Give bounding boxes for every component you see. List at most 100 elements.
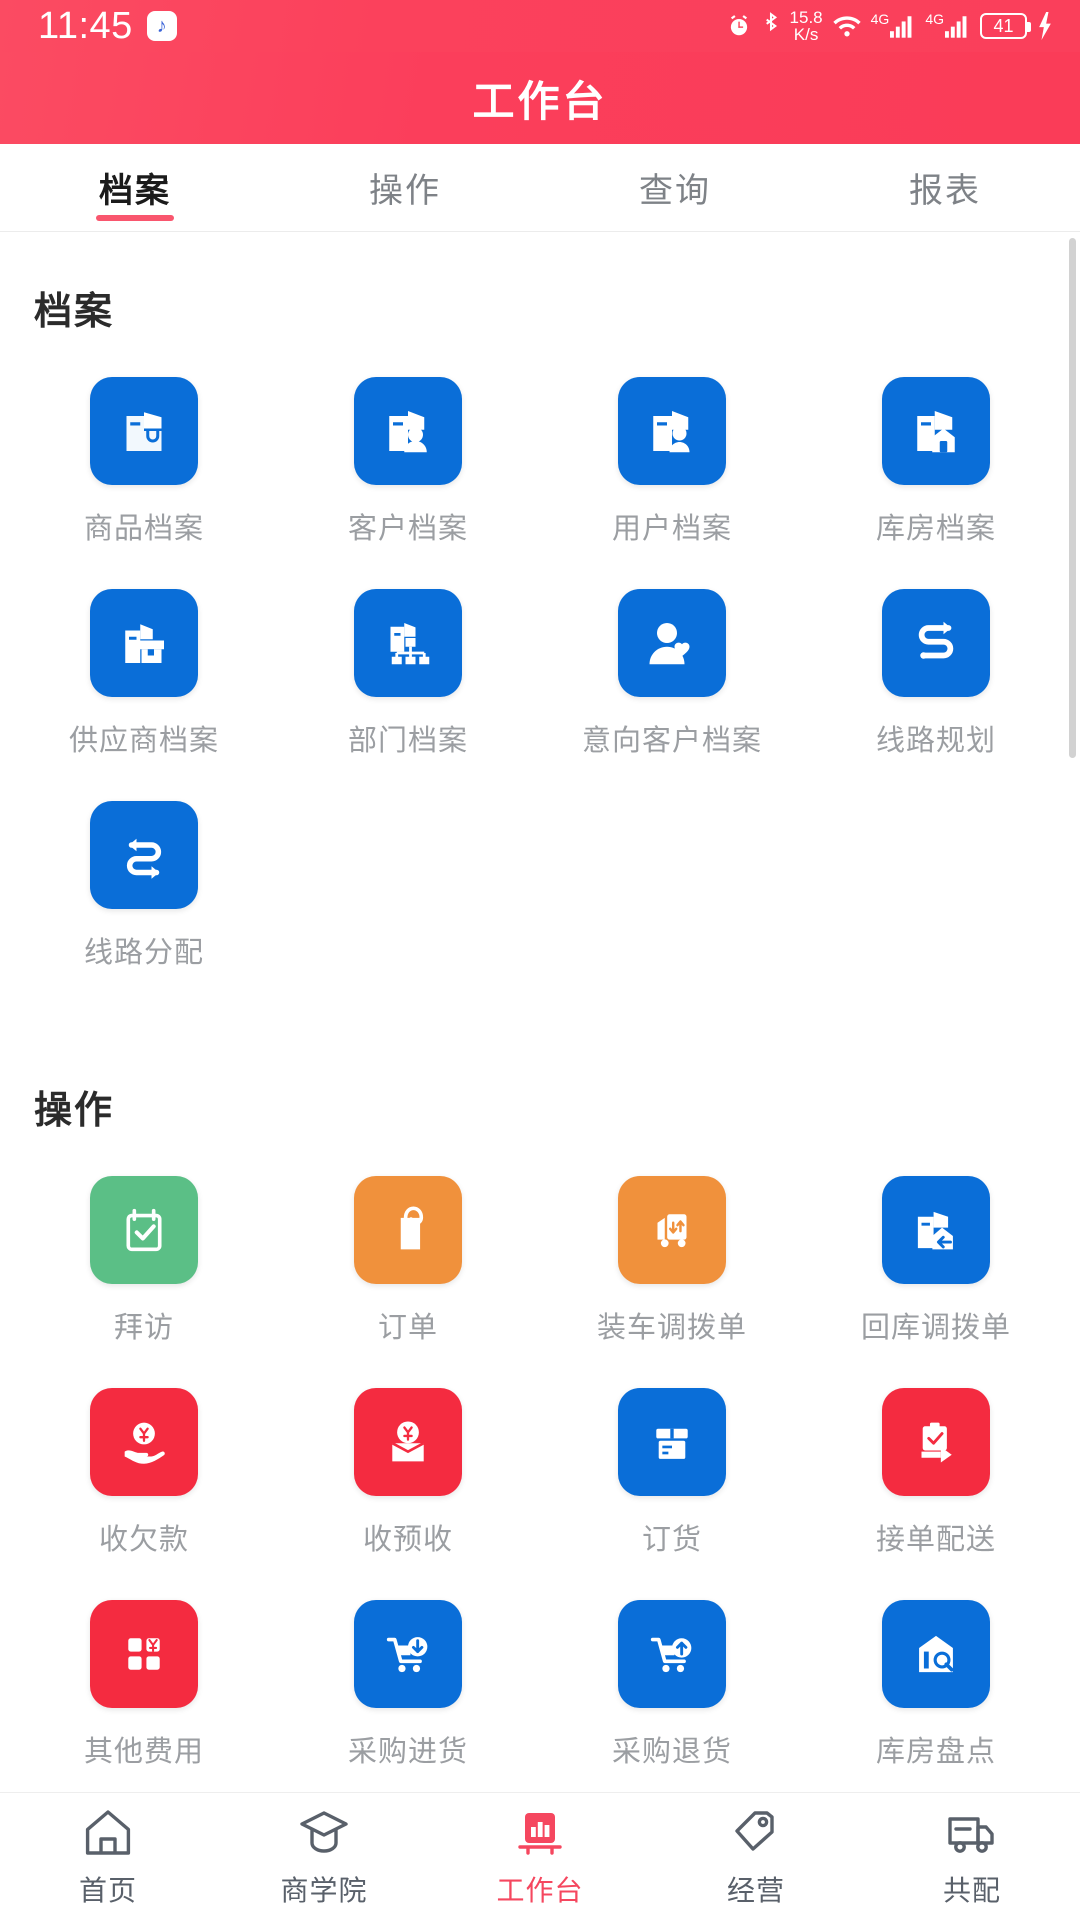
grid-item-label: 客户档案 — [347, 513, 468, 545]
music-note-icon: ♪ — [146, 11, 177, 41]
order-document-icon — [354, 1176, 462, 1284]
tab-dangan[interactable]: 档案 — [0, 144, 270, 231]
grid-item-order[interactable]: 订单 — [276, 1134, 540, 1346]
collect-prepay-icon — [354, 1388, 462, 1496]
grid-item-goods[interactable]: 订货 — [540, 1346, 804, 1558]
tab-caozuo[interactable]: 操作 — [270, 144, 540, 231]
page-title: 工作台 — [472, 77, 608, 125]
grid-item-label: 线路分配 — [83, 937, 204, 969]
nav-item-workbench[interactable]: 工作台 — [432, 1805, 648, 1909]
status-time: 11:45 — [38, 5, 133, 47]
price-tag-icon — [728, 1805, 784, 1861]
section-title-dangan: 档案 — [34, 291, 115, 333]
nav-label: 共配 — [942, 1874, 1001, 1906]
grid-item-customer-file[interactable]: 客户档案 — [276, 335, 540, 547]
grid-item-partial-1[interactable] — [12, 1770, 276, 1792]
purchase-return-cart-icon — [618, 1600, 726, 1708]
nav-item-joint-delivery[interactable]: 共配 — [864, 1805, 1080, 1909]
grid-item-label: 线路规划 — [875, 725, 996, 757]
grid-item-label: 供应商档案 — [68, 725, 219, 757]
battery-level: 41 — [993, 15, 1014, 36]
grid-item-supplier-file[interactable]: 供应商档案 — [12, 547, 276, 759]
grid-item-visit[interactable]: 拜访 — [12, 1134, 276, 1346]
grid-item-label: 库房盘点 — [875, 1736, 996, 1768]
grid-item-label: 装车调拨单 — [596, 1312, 747, 1344]
battery-indicator: 41 — [980, 13, 1031, 39]
grid-item-label: 收预收 — [362, 1524, 453, 1556]
app-header: 工作台 — [0, 52, 1080, 144]
other-fee-icon — [90, 1600, 198, 1708]
grid-item-label: 采购进货 — [347, 1736, 468, 1768]
nav-item-home[interactable]: 首页 — [0, 1805, 216, 1909]
grid-item-order-delivery[interactable]: 接单配送 — [804, 1346, 1068, 1558]
order-delivery-icon — [882, 1388, 990, 1496]
nav-item-academy[interactable]: 商学院 — [216, 1805, 432, 1909]
grid-item-partial-3[interactable] — [540, 1770, 804, 1792]
grid-item-collect-debt[interactable]: 收欠款 — [12, 1346, 276, 1558]
bar-chart-icon — [512, 1805, 568, 1861]
bottom-navigation: 首页 商学院 工作台 经营 共配 — [0, 1792, 1080, 1920]
grid-item-label: 订货 — [641, 1524, 702, 1556]
grid-item-partial-4[interactable] — [804, 1770, 1068, 1792]
grid-item-warehouse-audit[interactable]: 库房盘点 — [804, 1558, 1068, 1770]
section-grid-caozuo: 拜访 订单 装车调拨单 回库调拨单 收欠款 收预收 订货 接单配送 其他费用 采… — [0, 1134, 1080, 1792]
scrollbar-thumb[interactable] — [1069, 238, 1076, 758]
lightning-bolt-icon — [1036, 12, 1054, 40]
grid-item-warehouse-file[interactable]: 库房档案 — [804, 335, 1068, 547]
user-file-icon — [618, 377, 726, 485]
grid-item-label: 采购退货 — [611, 1736, 732, 1768]
sim1-signal: 4G — [870, 11, 917, 38]
grid-item-load-transfer[interactable]: 装车调拨单 — [540, 1134, 804, 1346]
collect-debt-icon — [90, 1388, 198, 1496]
grid-item-return-transfer[interactable]: 回库调拨单 — [804, 1134, 1068, 1346]
graduation-cap-icon — [296, 1805, 352, 1861]
grid-item-label: 库房档案 — [875, 513, 996, 545]
alarm-clock-icon — [726, 13, 752, 39]
grid-item-label: 订单 — [377, 1312, 438, 1344]
prospect-customer-icon — [618, 589, 726, 697]
grid-item-department-file[interactable]: 部门档案 — [276, 547, 540, 759]
grid-item-label: 用户档案 — [611, 513, 732, 545]
grid-item-product-file[interactable]: 商品档案 — [12, 335, 276, 547]
network-speed-value: 15.8 — [789, 8, 823, 27]
workbench-scroll-area[interactable]: 档案 商品档案 客户档案 用户档案 库房档案 供应商档案 部门档案 意向客户档案… — [0, 232, 1080, 1792]
tab-chaxun[interactable]: 查询 — [540, 144, 810, 231]
route-assign-icon — [90, 801, 198, 909]
grid-item-route-assign[interactable]: 线路分配 — [12, 759, 276, 971]
nav-label: 商学院 — [280, 1874, 368, 1906]
grid-item-purchase-in[interactable]: 采购进货 — [276, 1558, 540, 1770]
warehouse-audit-icon — [882, 1600, 990, 1708]
home-icon — [80, 1805, 136, 1861]
grid-item-label: 其他费用 — [83, 1736, 204, 1768]
grid-item-label: 商品档案 — [83, 513, 204, 545]
visit-checklist-icon — [90, 1176, 198, 1284]
grid-item-purchase-return[interactable]: 采购退货 — [540, 1558, 804, 1770]
grid-item-prospect-customer[interactable]: 意向客户档案 — [540, 547, 804, 759]
grid-item-label: 部门档案 — [347, 725, 468, 757]
purchase-in-cart-icon — [354, 1600, 462, 1708]
section-grid-dangan: 商品档案 客户档案 用户档案 库房档案 供应商档案 部门档案 意向客户档案 线路… — [0, 335, 1080, 971]
tab-baobiao[interactable]: 报表 — [810, 144, 1080, 231]
truck-icon — [944, 1805, 1000, 1861]
grid-item-other-fee[interactable]: 其他费用 — [12, 1558, 276, 1770]
tab-bar: 档案 操作 查询 报表 — [0, 144, 1080, 232]
grid-item-collect-prepay[interactable]: 收预收 — [276, 1346, 540, 1558]
sim2-network-type: 4G — [925, 11, 944, 27]
sim1-network-type: 4G — [870, 11, 890, 27]
nav-label: 工作台 — [496, 1874, 584, 1906]
grid-item-label: 收欠款 — [98, 1524, 189, 1556]
grid-item-label: 拜访 — [113, 1312, 174, 1344]
bluetooth-icon — [761, 12, 781, 40]
status-bar: 11:45 ♪ 15.8 K/s 4G 4G 41 — [0, 0, 1080, 52]
customer-file-icon — [354, 377, 462, 485]
grid-item-partial-2[interactable] — [276, 1770, 540, 1792]
sim2-signal: 4G — [925, 11, 971, 38]
grid-item-route-plan[interactable]: 线路规划 — [804, 547, 1068, 759]
grid-item-label: 接单配送 — [875, 1524, 996, 1556]
status-bar-right: 15.8 K/s 4G 4G 41 — [726, 9, 1054, 43]
product-file-icon — [90, 377, 198, 485]
network-speed: 15.8 K/s — [790, 9, 823, 43]
status-bar-left: 11:45 ♪ — [38, 7, 177, 45]
nav-item-business[interactable]: 经营 — [648, 1805, 864, 1909]
grid-item-user-file[interactable]: 用户档案 — [540, 335, 804, 547]
